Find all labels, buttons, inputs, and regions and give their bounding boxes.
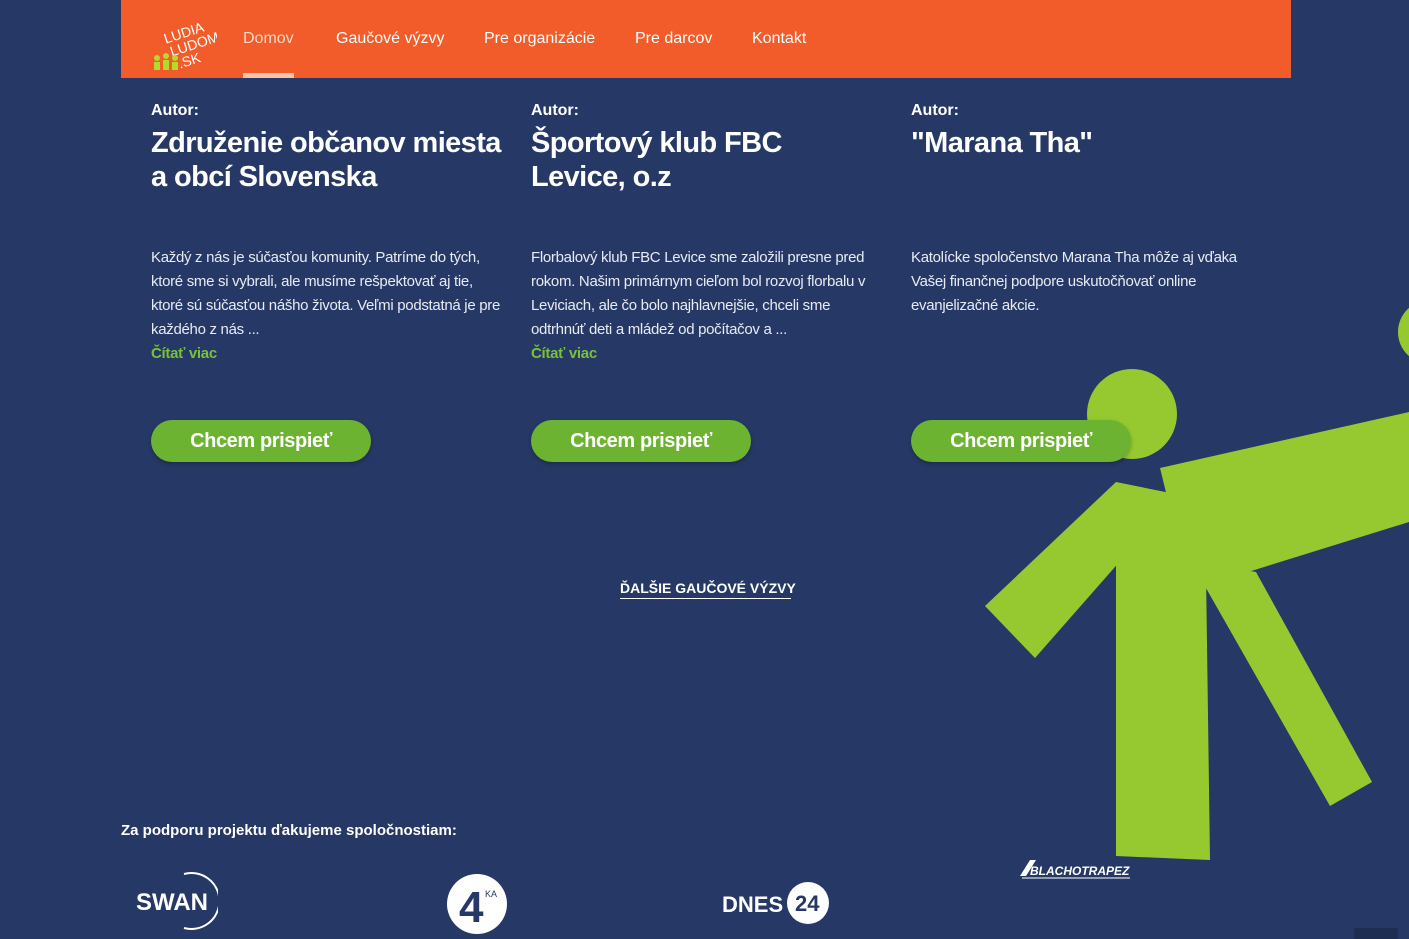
dnes24-logo[interactable]: DNES 24	[720, 878, 834, 926]
blachotrapez-logo[interactable]: BLACHOTRAPEZ	[1018, 856, 1134, 882]
read-more-link[interactable]: Čítať viac	[531, 342, 881, 366]
card-description: Každý z nás je súčasťou komunity. Patrím…	[151, 249, 501, 338]
donate-button[interactable]: Chcem prispieť	[911, 420, 1131, 462]
scroll-to-top-tab[interactable]	[1354, 928, 1398, 939]
challenge-card: Autor: Združenie občanov miesta a obcí S…	[151, 100, 501, 462]
read-more-link[interactable]: Čítať viac	[151, 342, 501, 366]
card-title[interactable]: "Marana Tha"	[911, 126, 1261, 246]
more-challenges-link[interactable]: ĎALŠIE GAUČOVÉ VÝZVY	[620, 580, 796, 599]
challenge-card: Autor: "Marana Tha" Katolícke spoločenst…	[911, 100, 1261, 462]
svg-text:BLACHOTRAPEZ: BLACHOTRAPEZ	[1030, 864, 1130, 878]
card-description: Florbalový klub FBC Levice sme založili …	[531, 249, 866, 338]
jojka-logo[interactable]: 4 KA	[445, 872, 509, 936]
challenge-card: Autor: Športový klub FBC Levice, o.z Flo…	[531, 100, 881, 462]
ludia-ludom-logo[interactable]: LUDIA LUDOM .SK	[151, 14, 217, 74]
svg-text:KA: KA	[485, 889, 497, 899]
card-description: Katolícke spoločenstvo Marana Tha môže a…	[911, 249, 1237, 314]
author-label: Autor:	[151, 102, 199, 119]
svg-text:24: 24	[795, 891, 820, 916]
author-label: Autor:	[911, 102, 959, 119]
nav-item-pre-darcov[interactable]: Pre darcov	[635, 0, 712, 78]
card-title[interactable]: Združenie občanov miesta a obcí Slovensk…	[151, 126, 501, 246]
donate-button[interactable]: Chcem prispieť	[531, 420, 751, 462]
swan-logo[interactable]: SWAN	[134, 870, 218, 932]
nav-item-gaucove-vyzvy[interactable]: Gaučové výzvy	[336, 0, 444, 78]
card-title[interactable]: Športový klub FBC Levice, o.z	[531, 126, 881, 246]
top-navigation-bar: LUDIA LUDOM .SK Domov Gaučové výzvy Pre …	[121, 0, 1291, 78]
nav-item-pre-organizacie[interactable]: Pre organizácie	[484, 0, 595, 78]
svg-text:DNES: DNES	[722, 892, 783, 917]
nav-item-domov[interactable]: Domov	[243, 0, 294, 78]
svg-text:SWAN: SWAN	[136, 889, 208, 916]
nav-item-kontakt[interactable]: Kontakt	[752, 0, 806, 78]
sponsors-heading: Za podporu projektu ďakujeme spoločnosti…	[121, 822, 457, 839]
author-label: Autor:	[531, 102, 579, 119]
svg-text:4: 4	[459, 883, 484, 932]
donate-button[interactable]: Chcem prispieť	[151, 420, 371, 462]
